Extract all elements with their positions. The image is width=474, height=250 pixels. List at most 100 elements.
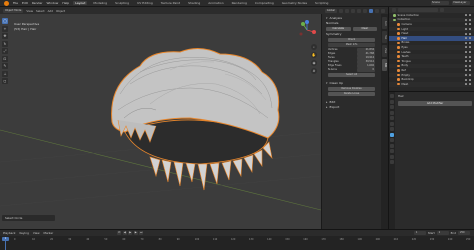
remove-doubles-button[interactable]: Remove Doubles xyxy=(328,87,375,91)
filter-icon[interactable] xyxy=(440,8,444,12)
render-tab-icon[interactable] xyxy=(390,99,394,104)
eye-icon[interactable] xyxy=(464,46,467,49)
menu-render[interactable]: Render xyxy=(32,1,43,5)
menu-add[interactable]: Add xyxy=(48,9,53,13)
tab-scripting[interactable]: Scripting xyxy=(313,1,330,5)
mode-selector[interactable]: Object Mode xyxy=(3,8,24,13)
eye-icon[interactable] xyxy=(464,18,467,21)
tab-edit[interactable]: Edit xyxy=(382,59,387,71)
eye-icon[interactable] xyxy=(464,28,467,31)
output-tab-icon[interactable] xyxy=(390,105,394,109)
camera-render-icon[interactable] xyxy=(468,23,471,26)
scale-icon[interactable]: ⤢ xyxy=(2,48,8,54)
timeline-ruler[interactable]: 0 10 20 30 40 50 60 70 80 90 100 110 120 130 140 150 160… xyxy=(0,237,474,243)
mesh-info-button[interactable]: Mesh Info xyxy=(328,43,375,47)
scene-tab-icon[interactable] xyxy=(390,116,394,120)
play-icon[interactable]: ▶ xyxy=(128,231,133,235)
camera-render-icon[interactable] xyxy=(468,51,471,54)
end-frame-field[interactable]: 250 xyxy=(458,231,470,235)
tab-uv-editing[interactable]: UV Editing xyxy=(135,1,155,5)
scene-selector[interactable]: Scene xyxy=(431,1,449,5)
menu-edit[interactable]: Edit xyxy=(22,1,28,5)
camera-render-icon[interactable] xyxy=(468,78,471,81)
camera-render-icon[interactable] xyxy=(468,60,471,63)
world-tab-icon[interactable] xyxy=(390,121,394,126)
last-operator-panel[interactable]: Select Circle xyxy=(2,215,55,221)
camera-render-icon[interactable] xyxy=(468,46,471,49)
camera-render-icon[interactable] xyxy=(468,64,471,67)
tab-item[interactable]: Item xyxy=(382,17,387,29)
object-name-field[interactable]: Hair xyxy=(396,94,474,99)
menu-marker[interactable]: Marker xyxy=(44,231,54,235)
xray-icon[interactable] xyxy=(357,8,361,13)
modifier-wrench-icon[interactable] xyxy=(390,132,394,137)
camera-render-icon[interactable] xyxy=(468,18,471,21)
object-tab-icon[interactable] xyxy=(390,127,394,131)
camera-render-icon[interactable] xyxy=(468,32,471,35)
symmetry-check-button[interactable]: Check xyxy=(328,38,375,42)
proportional-edit-icon[interactable] xyxy=(345,8,349,13)
annotate-icon[interactable]: ✎ xyxy=(2,63,8,69)
camera-render-icon[interactable] xyxy=(468,74,471,77)
tab-modeling[interactable]: Modeling xyxy=(91,1,109,5)
tab-compositing[interactable]: Compositing xyxy=(253,1,276,5)
eye-icon[interactable] xyxy=(464,55,467,58)
eye-icon[interactable] xyxy=(464,74,467,77)
jump-end-icon[interactable]: ⏭ xyxy=(139,231,144,235)
eye-icon[interactable] xyxy=(464,83,467,86)
jump-start-icon[interactable]: ⏮ xyxy=(117,231,122,235)
eye-icon[interactable] xyxy=(464,78,467,81)
transform-orientation-dropdown[interactable]: Global xyxy=(324,8,337,13)
eye-icon[interactable] xyxy=(464,32,467,35)
menu-view[interactable]: View xyxy=(26,9,33,13)
display-mode-icon[interactable] xyxy=(392,8,396,12)
tab-tool[interactable]: Tool xyxy=(382,31,387,43)
measure-icon[interactable]: ⟂ xyxy=(2,70,8,77)
3d-viewport[interactable]: User Perspective (53) Hair | Hair ▢ + ✥ … xyxy=(0,14,321,229)
overlays-icon[interactable] xyxy=(351,8,355,13)
outliner-search-input[interactable] xyxy=(398,8,438,12)
menu-keying[interactable]: Keying xyxy=(19,231,28,235)
transform-icon[interactable]: ⊡ xyxy=(2,55,8,62)
eye-icon[interactable] xyxy=(464,64,467,67)
camera-render-icon[interactable] xyxy=(468,69,471,72)
menu-window[interactable]: Window xyxy=(47,1,59,5)
particles-tab-icon[interactable] xyxy=(390,138,394,142)
camera-render-icon[interactable] xyxy=(468,83,471,86)
eye-icon[interactable] xyxy=(464,23,467,26)
camera-render-icon[interactable] xyxy=(468,14,471,17)
cursor-icon[interactable]: + xyxy=(2,25,8,32)
delete-loose-button[interactable]: Delete Loose xyxy=(328,92,375,96)
camera-render-icon[interactable] xyxy=(468,28,471,31)
navigation-gizmo[interactable] xyxy=(297,20,317,40)
eye-icon[interactable] xyxy=(464,60,467,63)
tab-view[interactable]: View xyxy=(382,45,387,57)
tab-animation[interactable]: Animation xyxy=(206,1,225,5)
prev-keyframe-icon[interactable]: ◀ xyxy=(122,231,127,235)
constraints-tab-icon[interactable] xyxy=(390,149,394,153)
solid-shading-icon[interactable] xyxy=(369,8,373,13)
menu-object[interactable]: Object xyxy=(56,9,65,13)
current-frame-field[interactable]: 1 xyxy=(413,231,426,235)
material-tab-icon[interactable] xyxy=(390,160,394,164)
zoom-icon[interactable]: ⌕ xyxy=(311,44,317,50)
camera-render-icon[interactable] xyxy=(468,41,471,44)
outliner-row[interactable]: Mesh xyxy=(389,81,474,87)
add-modifier-button[interactable]: Add Modifier xyxy=(398,101,472,106)
camera-render-icon[interactable] xyxy=(468,37,471,40)
view-layer-tab-icon[interactable] xyxy=(390,110,394,115)
blender-logo-icon[interactable] xyxy=(4,0,9,6)
snap-icon[interactable] xyxy=(339,8,343,13)
rotate-icon[interactable]: ↻ xyxy=(2,40,8,47)
rendered-shading-icon[interactable] xyxy=(381,8,385,13)
tab-rendering[interactable]: Rendering xyxy=(230,1,249,5)
eye-icon[interactable] xyxy=(464,14,467,17)
grid-icon[interactable]: # xyxy=(311,68,317,74)
next-keyframe-icon[interactable]: ▶ xyxy=(133,231,138,235)
camera-view-icon[interactable]: ◉ xyxy=(311,60,317,66)
eye-icon[interactable] xyxy=(464,37,467,40)
normals-clear-button[interactable]: Clear xyxy=(352,27,377,31)
eye-icon[interactable] xyxy=(464,41,467,44)
tool-tab-icon[interactable] xyxy=(390,94,394,98)
normals-calculate-button[interactable]: Calculate xyxy=(326,27,351,31)
